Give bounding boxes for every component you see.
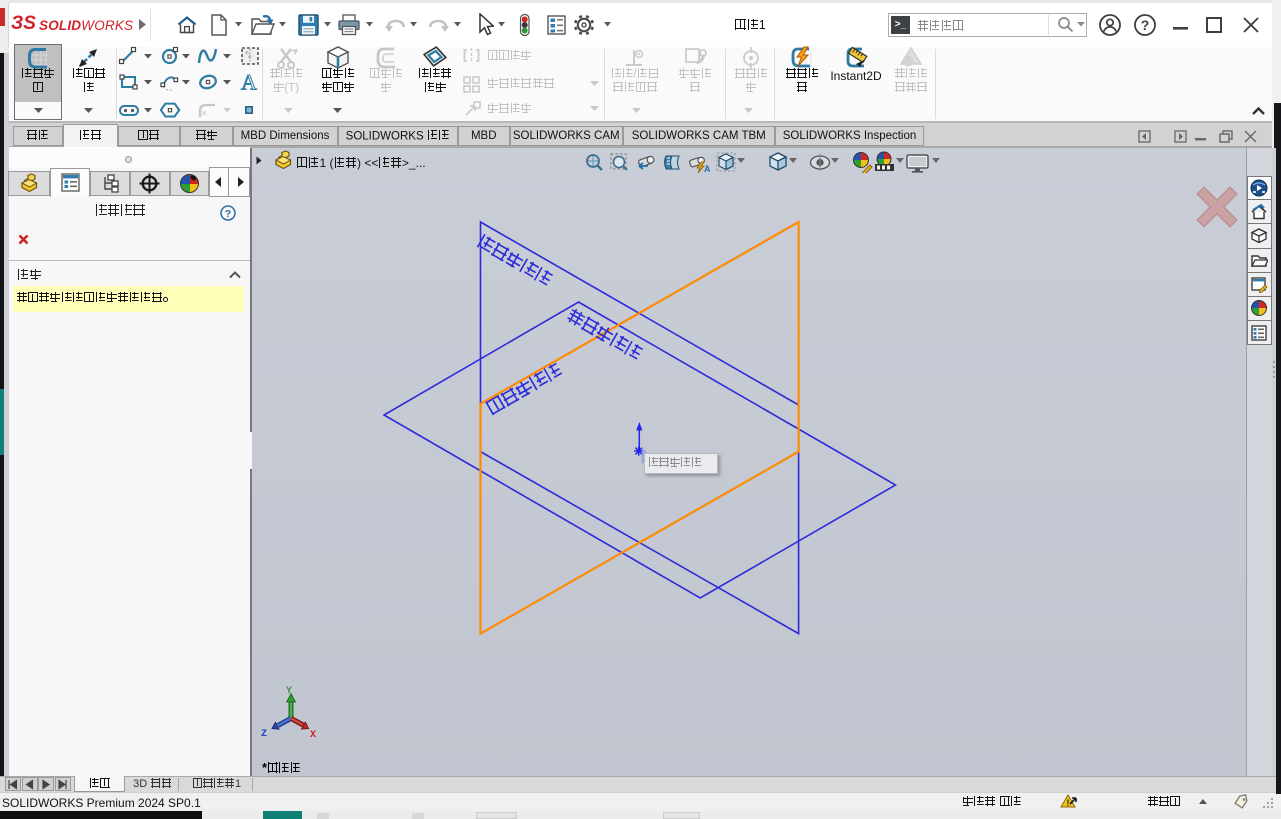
svg-text:A: A [241,71,257,93]
svg-text:?: ? [225,208,231,220]
svg-text:?: ? [1141,17,1150,33]
svg-text:!: ! [1067,798,1070,808]
svg-text:Z: Z [261,729,267,740]
svg-text:X: X [310,730,316,740]
